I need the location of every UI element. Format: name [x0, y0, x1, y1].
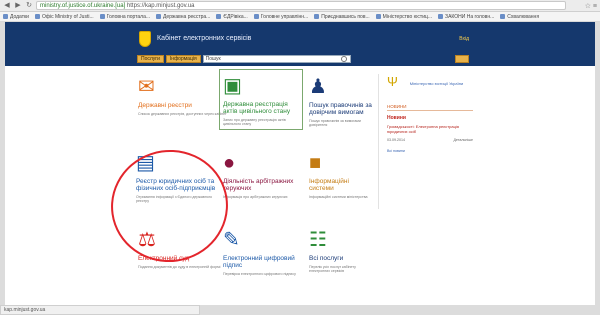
web-page: Кабінет електронних сервісів Вхід Послуг… [5, 22, 595, 305]
search-icon[interactable] [340, 56, 347, 62]
bookmark-favicon-icon [216, 14, 222, 19]
news-more-link[interactable]: Детальніше [453, 138, 473, 142]
tile-title[interactable]: Електронний цифровий підпис [223, 255, 313, 269]
bookmark-item[interactable]: Головна портала... [99, 14, 150, 20]
bookmark-favicon-icon [99, 14, 105, 19]
services-button[interactable]: Послуги [137, 55, 164, 63]
tile-desc: Подання документів до суду в електронній… [138, 265, 221, 269]
news-meta-row: 03.09.2014 Детальніше [387, 138, 473, 142]
pen-signature-icon: ✎ [223, 229, 240, 251]
bookmark-item[interactable]: Схвалювання [500, 14, 539, 20]
search-input[interactable]: Пошук [202, 55, 351, 63]
cabinet-button[interactable] [455, 55, 469, 63]
bookmark-item[interactable]: Головне управлінн... [253, 14, 308, 20]
bookmark-item[interactable]: Державна реєстра... [156, 14, 210, 20]
coat-of-arms-logo-icon[interactable] [139, 31, 151, 47]
news-section-header: НОВИНИ [387, 104, 473, 111]
tile-desc: Перевірка електронного цифрового підпису [223, 272, 296, 276]
browser-status-bar: kap.minjust.gov.ua [0, 305, 200, 315]
bookmark-favicon-icon [253, 14, 259, 19]
tile-title[interactable]: Державна реєстрація актів цивільного ста… [223, 101, 299, 115]
browser-toolbar: ◀ ▶ ↻ ministry.of.justice.of.ukraine.[ua… [0, 0, 600, 12]
forward-icon[interactable]: ▶ [14, 2, 22, 10]
tile-civil-registration[interactable]: ▣ Державна реєстрація актів цивільного с… [219, 69, 303, 131]
tile-desc: Перелік усіх послуг кабінету електронних… [309, 265, 356, 274]
person-lectern-icon: ♟ [309, 76, 327, 98]
tile-title[interactable]: Пошук правочинів за довірчим вимогам [309, 102, 375, 116]
book-icon: ■ [309, 152, 322, 174]
bookmark-favicon-icon [375, 14, 381, 19]
login-link[interactable]: Вхід [459, 36, 469, 42]
browser-window: ◀ ▶ ↻ ministry.of.justice.of.ukraine.[ua… [0, 0, 600, 315]
bookmark-favicon-icon [34, 14, 40, 19]
tile-digital-signature[interactable]: ✎ Електронний цифровий підпис Перевірка … [223, 227, 313, 276]
tile-arbitration-managers[interactable]: ● Діяльність арбітражних керуючих Інформ… [223, 150, 313, 199]
all-news-link[interactable]: Всі новини [387, 149, 473, 153]
tile-title[interactable]: Державні реєстри [138, 102, 228, 109]
bookmark-item[interactable]: Офіс Ministry of Justi... [34, 14, 94, 20]
tile-title[interactable]: Всі послуги [309, 255, 375, 262]
menu-icon[interactable]: ☆ ≡ [585, 2, 597, 10]
url-path: https://kap.minjust.gov.ua [125, 3, 195, 9]
document-stamp-icon: ✉ [138, 76, 155, 98]
tile-desc: Пошук правочинів за вимогами довірителя [309, 119, 361, 128]
bookmark-favicon-icon [438, 14, 444, 19]
basket-icon: ☷ [309, 229, 327, 251]
bookmark-item[interactable]: ЄДРівіка... [216, 14, 248, 20]
news-item-link[interactable]: Громадськості: Електронна реєстрація юри… [387, 124, 473, 134]
url-host: ministry.of.justice.of.ukraine.[ua] [40, 3, 126, 9]
bookmark-item[interactable]: Міністерство юстиц... [375, 14, 432, 20]
news-sidebar: Ψ Міністерство юстиції України НОВИНИ Но… [378, 74, 473, 209]
reload-icon[interactable]: ↻ [25, 2, 33, 10]
tile-all-services[interactable]: ☷ Всі послуги Перелік усіх послуг кабіне… [309, 227, 375, 273]
tile-desc: Запис про державну реєстрацію актів циві… [223, 118, 286, 127]
bookmark-favicon-icon [3, 14, 8, 19]
site-header: Кабінет електронних сервісів Вхід Послуг… [5, 22, 595, 66]
tile-desc: Інформаційні системи міністерства [309, 195, 368, 199]
bookmark-favicon-icon [500, 14, 506, 19]
tile-state-registers[interactable]: ✉ Державні реєстри Список державних реєс… [138, 74, 228, 116]
tile-transactions-search[interactable]: ♟ Пошук правочинів за довірчим вимогам П… [309, 74, 375, 127]
ministry-title[interactable]: Міністерство юстиції України [409, 81, 464, 86]
bookmark-favicon-icon [156, 14, 162, 19]
bookmark-item[interactable]: Додатки [3, 14, 29, 20]
search-row: Послуги Інформація Пошук [137, 55, 351, 63]
info-button[interactable]: Інформація [165, 55, 201, 63]
bookmark-item[interactable]: ЗАКОНИ На головн... [438, 14, 494, 20]
tile-information-systems[interactable]: ■ Інформаційні системи Інформаційні сист… [309, 150, 375, 199]
tile-desc: Інформація про арбітражних керуючих [223, 195, 288, 199]
tile-title[interactable]: Інформаційні системи [309, 178, 375, 192]
news-heading[interactable]: Новини [387, 115, 473, 121]
site-title: Кабінет електронних сервісів [157, 35, 252, 42]
bookmark-item[interactable]: Приєднавшись пов... [314, 14, 370, 20]
tile-desc: Список державних реєстрів, доступних чер… [138, 112, 227, 116]
bookmark-favicon-icon [314, 14, 320, 19]
news-date: 03.09.2014 [387, 138, 405, 142]
address-bar[interactable]: ministry.of.justice.of.ukraine.[ua] http… [36, 1, 566, 10]
back-icon[interactable]: ◀ [3, 2, 11, 10]
bookmarks-bar: Додатки Офіс Ministry of Justi... Головн… [0, 12, 600, 22]
green-book-icon: ▣ [223, 75, 242, 97]
person-silhouette-icon: ● [223, 152, 236, 174]
tile-title[interactable]: Діяльність арбітражних керуючих [223, 178, 313, 192]
